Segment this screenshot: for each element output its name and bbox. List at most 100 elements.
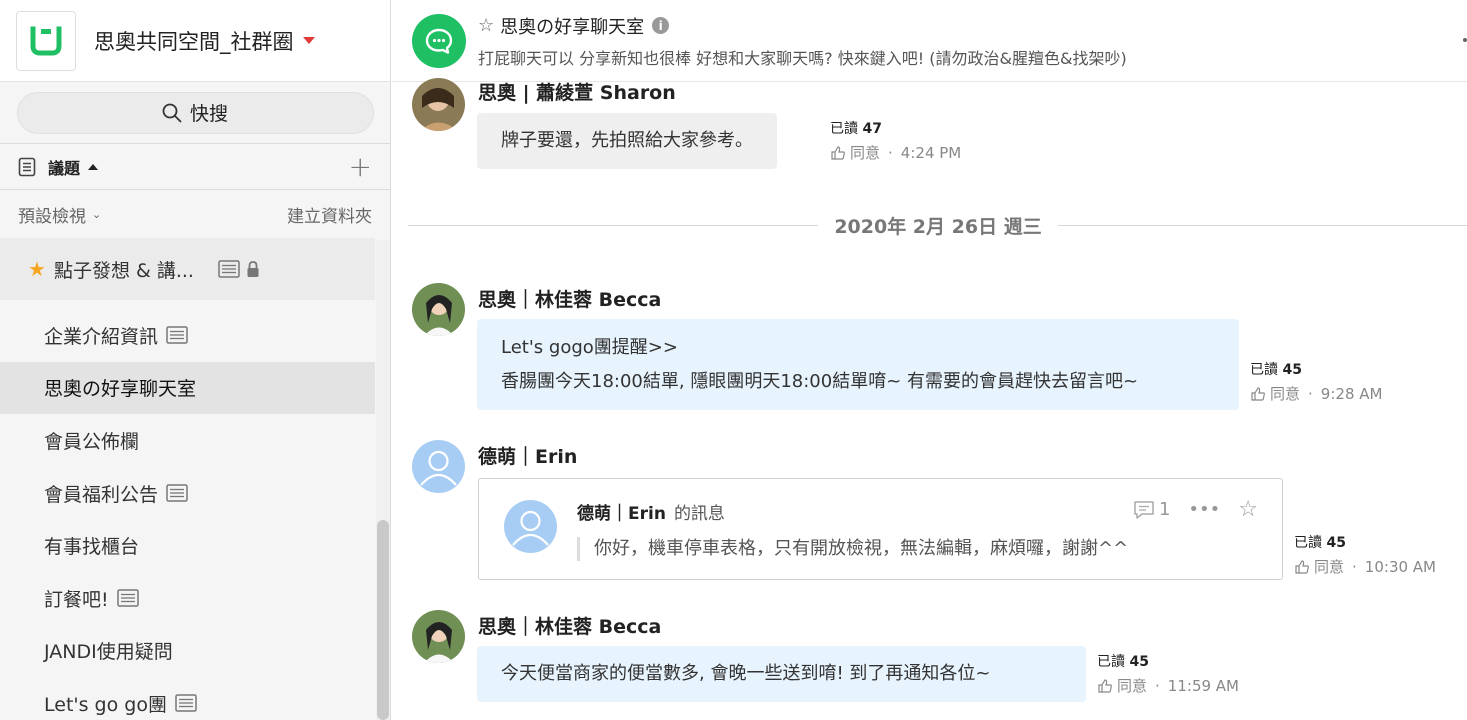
read-label: 已讀 [1097,654,1125,670]
sidebar: 思奧共同空間_社群圈 快搜 議題 + 預設檢視 ⌄ 建立資料夾 ★ 點子發想 &… [0,0,391,720]
agree-label[interactable]: 同意 [850,141,880,165]
workspace-name: 思奧共同空間_社群圈 [94,29,294,54]
default-view-dropdown[interactable]: 預設檢視 [18,202,86,227]
view-row: 預設檢視 ⌄ 建立資料夾 [0,190,390,238]
thumbs-up-icon[interactable] [1097,678,1113,694]
sidebar-item[interactable]: 企業介紹資訊 [0,309,375,362]
read-count: 45 [1282,362,1302,378]
read-label: 已讀 [1250,362,1278,378]
agree-row: 同意 · 10:30 AM [1294,555,1436,579]
quick-search-button[interactable]: 快搜 [16,91,374,134]
avatar[interactable] [412,610,465,663]
favorite-topic-label: 點子發想 & 講... [53,259,194,282]
sidebar-item-active[interactable]: 思奧の好享聊天室 [0,361,375,415]
sidebar-item[interactable]: 有事找櫃台 [0,519,375,572]
agree-label[interactable]: 同意 [1270,382,1300,406]
search-row: 快搜 [0,82,390,144]
thumbs-up-icon[interactable] [830,145,846,161]
message-meta: 已讀 45 同意 · 11:59 AM [1097,650,1239,698]
sidebar-item[interactable]: 會員福利公告 [0,467,375,520]
agree-row: 同意 · 11:59 AM [1097,674,1239,698]
search-icon [162,103,182,122]
comment-count: 1 [1158,499,1171,520]
more-options-icon[interactable]: ••• [1188,499,1220,520]
message-time: 9:28 AM [1320,385,1383,403]
message-text: 香腸團今天18:00結單, 隱眼團明天18:00結單唷~ 有需要的會員趕快去留言… [501,371,1139,392]
agree-label[interactable]: 同意 [1314,555,1344,579]
room-meta: ☆ 思奧の好享聊天室 i 打屁聊天可以 分享新知也很棒 好想和大家聊天嗎? 快來… [478,13,1127,69]
message-meta: 已讀 47 同意 · 4:24 PM [830,117,961,165]
thumbs-up-icon[interactable] [1294,559,1310,575]
agree-row: 同意 · 9:28 AM [1250,382,1382,406]
chevron-down-icon[interactable]: ⌄ [92,208,101,221]
divider [408,224,819,226]
card-sender: 德萌｜Erin 的訊息 [577,499,725,524]
room-header: ☆ 思奧の好享聊天室 i 打屁聊天可以 分享新知也很棒 好想和大家聊天嗎? 快來… [392,0,1467,82]
topic-list: 企業介紹資訊 思奧の好享聊天室 會員公佈欄 會員福利公告 有事找櫃台 訂餐吧! … [0,309,375,720]
info-icon[interactable]: i [652,17,670,34]
message-meta: 已讀 45 同意 · 10:30 AM [1294,531,1436,579]
thumbs-up-icon[interactable] [1250,386,1266,402]
create-folder-link[interactable]: 建立資料夾 [287,202,372,227]
divider [1057,224,1467,226]
favorite-topic-item[interactable]: ★ 點子發想 & 講... [0,238,375,300]
dot-separator: · [1352,558,1357,576]
message-time: 11:59 AM [1167,677,1239,695]
message-sender[interactable]: 思奧｜林佳蓉 Becca [478,285,661,312]
announcement-icon [218,260,240,278]
sidebar-item[interactable]: Let's go go團 [0,677,375,720]
chat-panel: ☆ 思奧の好享聊天室 i 打屁聊天可以 分享新知也很棒 好想和大家聊天嗎? 快來… [392,0,1467,720]
user-icon [504,500,557,553]
read-label: 已讀 [1294,535,1322,551]
sidebar-item-label: 有事找櫃台 [44,536,140,559]
message-sender[interactable]: 思奧｜林佳蓉 Becca [478,612,661,639]
sidebar-item[interactable]: 訂餐吧! [0,572,375,625]
workspace-logo [16,10,76,71]
comment-button[interactable]: 1 [1133,499,1170,520]
avatar[interactable] [412,78,465,131]
collapse-arrow-icon[interactable] [88,163,99,170]
add-topic-icon[interactable]: + [349,152,372,181]
message-sender[interactable]: 思奧 | 蕭綾萱 Sharon [478,78,676,105]
jandi-logo-icon [30,26,62,55]
sidebar-scrollbar[interactable] [377,520,389,720]
card-sender-suffix: 的訊息 [673,504,725,524]
message-time: 10:30 AM [1364,558,1436,576]
message-sender[interactable]: 德萌｜Erin [478,442,577,469]
room-title-row: ☆ 思奧の好享聊天室 i [478,13,1127,39]
default-avatar[interactable] [412,440,465,493]
read-count: 47 [862,121,882,137]
read-receipt[interactable]: 已讀 45 [1250,358,1382,382]
announcement-icon [116,589,139,608]
sidebar-item[interactable]: 會員公佈欄 [0,414,375,467]
star-icon: ★ [28,257,46,281]
more-menu-icon[interactable] [1463,38,1467,42]
message-bubble: 今天便當商家的便當數多, 會晚一些送到唷! 到了再通知各位~ [477,646,1086,702]
read-receipt[interactable]: 已讀 45 [1097,650,1239,674]
topics-header-label[interactable]: 議題 [48,155,80,179]
favorite-star-icon[interactable]: ☆ [478,15,494,36]
date-separator: 2020年 2月 26日 週三 [408,210,1467,240]
read-receipt[interactable]: 已讀 47 [830,117,961,141]
star-icon[interactable]: ☆ [1238,497,1258,522]
sidebar-item-label: Let's go go團 [44,693,167,716]
read-receipt[interactable]: 已讀 45 [1294,531,1436,555]
topics-list-icon [18,157,36,176]
message-text: 今天便當商家的便當數多, 會晚一些送到唷! 到了再通知各位~ [501,663,991,684]
sidebar-item[interactable]: JANDI使用疑問 [0,625,375,678]
message-bubble: Let's gogo團提醒>> 香腸團今天18:00結單, 隱眼團明天18:00… [477,319,1239,410]
message-bubble: 牌子要還，先拍照給大家參考。 [477,113,777,169]
workspace-header[interactable]: 思奧共同空間_社群圈 [0,0,390,82]
workspace-caret-icon[interactable] [302,37,315,44]
room-title: 思奧の好享聊天室 [500,16,645,38]
sidebar-item-label: 會員公佈欄 [44,430,140,453]
agree-label[interactable]: 同意 [1117,674,1147,698]
favorite-topic-badges [218,260,260,278]
avatar[interactable] [412,283,465,336]
shared-message-card[interactable]: 德萌｜Erin 的訊息 你好，機車停車表格，只有開放檢視，無法編輯，麻煩囉，謝謝^… [478,478,1283,580]
read-label: 已讀 [830,121,858,137]
announcement-icon [166,484,188,502]
topics-header: 議題 + [0,144,390,190]
sidebar-item-label: 思奧の好享聊天室 [44,378,197,401]
sidebar-item-label: 訂餐吧! [44,588,109,611]
